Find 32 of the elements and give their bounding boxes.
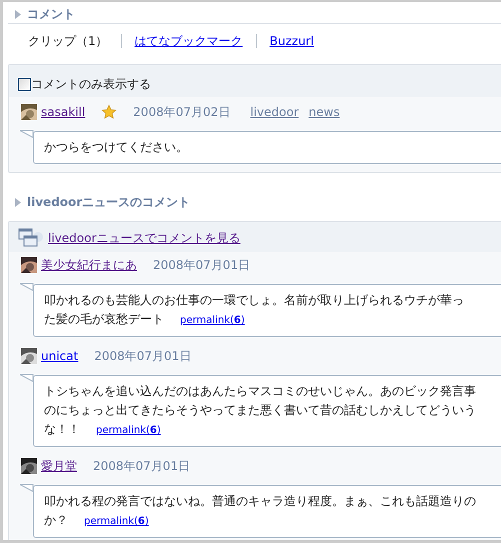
triangle-icon xyxy=(15,198,21,206)
comment-text: トシちゃんを追い込んだのはあんたらマスコミのせいじゃん。あのビック発言事 xyxy=(44,383,476,400)
tab[interactable]: はてなブックマーク xyxy=(134,32,243,50)
comment-text: かつらをつけてください。 xyxy=(44,139,188,156)
section-title: livedoorニュースのコメント xyxy=(27,194,190,211)
permalink-link[interactable]: permalink(6) xyxy=(84,512,149,531)
user-link[interactable]: sasakill xyxy=(41,103,86,121)
comment-text: た髪の毛が哀愁デート xyxy=(44,311,164,328)
comment-date: 2008年07月01日 xyxy=(93,458,190,475)
tab[interactable]: Buzzurl xyxy=(270,32,314,50)
permalink-link[interactable]: permalink(6) xyxy=(96,421,161,440)
user-link[interactable]: 美少女紀行まにあ xyxy=(41,256,137,274)
comment-text: のにちょっと出てきたらそうやってまた悪く書いて昔の話むしかえしてどういう xyxy=(44,402,476,419)
comment-date: 2008年07月01日 xyxy=(153,257,250,274)
tag-link[interactable]: news xyxy=(308,103,340,121)
windows-icon xyxy=(18,228,44,248)
section-title: コメント xyxy=(27,6,75,23)
comment-text: か？ xyxy=(44,512,68,529)
comment-text: 叩かれるのも芸能人のお仕事の一環でしょ。名前が取り上げられるウチが華っ xyxy=(44,292,464,309)
tab[interactable]: クリップ（1） xyxy=(28,32,108,50)
comment-date: 2008年07月02日 xyxy=(133,104,230,121)
triangle-icon xyxy=(15,10,21,18)
user-link[interactable]: unicat xyxy=(41,347,78,365)
tag-link[interactable]: livedoor xyxy=(250,103,299,121)
user-link[interactable]: 愛月堂 xyxy=(41,457,77,475)
comment-date: 2008年07月01日 xyxy=(94,348,192,365)
star-icon[interactable] xyxy=(101,104,118,120)
checkbox-label: コメントのみ表示する xyxy=(31,76,151,93)
comment-text: 叩かれる程の発言ではないね。普通のキャラ造り程度。まぁ、これも話題造りの xyxy=(44,493,476,510)
checkbox[interactable] xyxy=(18,78,31,90)
comment-text: な！！ xyxy=(44,421,80,438)
permalink-link[interactable]: permalink(6) xyxy=(180,311,245,330)
